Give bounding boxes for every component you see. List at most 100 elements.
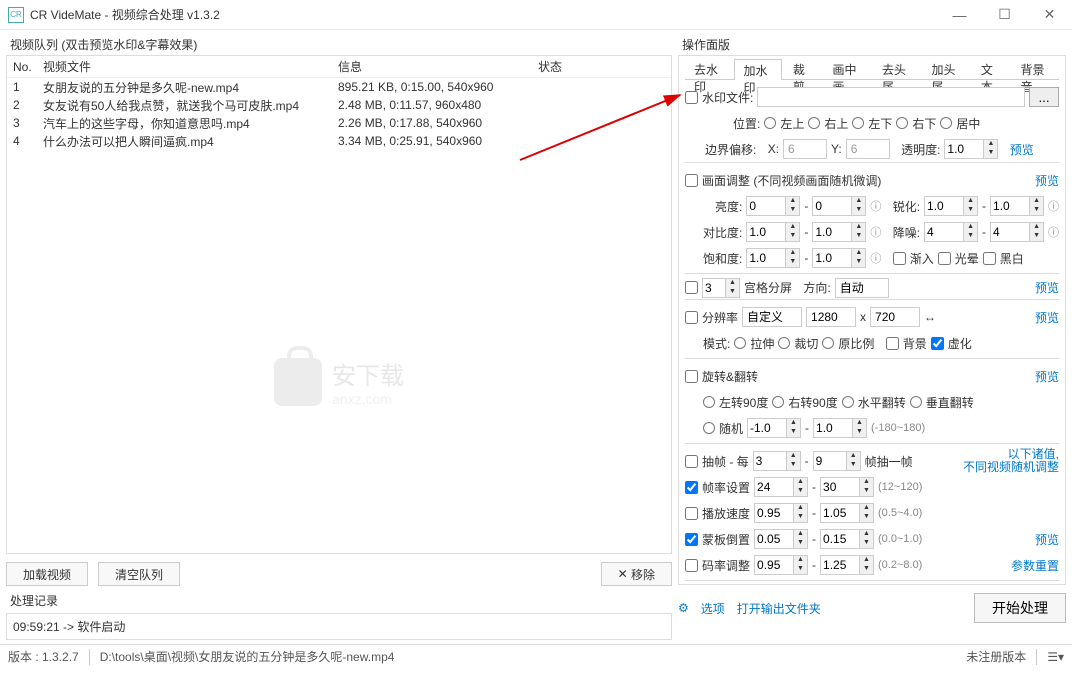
table-row[interactable]: 2女友说有50人给我点赞，就送我个马可皮肤.mp42.48 MB, 0:11.5… [7, 96, 671, 114]
preview-adjust-link[interactable]: 预览 [1035, 172, 1059, 189]
preview-mask-link[interactable]: 预览 [1035, 531, 1059, 548]
output-path-input[interactable] [740, 585, 1025, 586]
rotate-check[interactable] [685, 370, 698, 383]
sharpen-label: 锐化: [893, 198, 920, 215]
mode-stretch-radio[interactable] [734, 337, 746, 349]
sharpen-a[interactable] [924, 196, 964, 216]
blur-check[interactable] [931, 337, 944, 350]
watermark-browse-button[interactable]: ... [1029, 87, 1059, 107]
preview-rotate-link[interactable]: 预览 [1035, 368, 1059, 385]
dir-select[interactable]: 自动 [835, 278, 889, 298]
brightness-a[interactable] [746, 196, 786, 216]
fps-check[interactable] [685, 481, 698, 494]
mask-b[interactable] [820, 529, 860, 549]
grid-input[interactable] [702, 278, 726, 298]
noise-a[interactable] [924, 222, 964, 242]
bitrate-a[interactable] [754, 555, 794, 575]
output-browse-button[interactable]: ... [1029, 585, 1059, 586]
tab-3[interactable]: 画中画 [824, 58, 871, 79]
x-input[interactable] [783, 139, 827, 159]
watermark-file-input[interactable] [757, 87, 1025, 107]
swap-icon[interactable]: ↔ [924, 310, 936, 324]
adjust-check[interactable] [685, 174, 698, 187]
mode-orig-radio[interactable] [822, 337, 834, 349]
preview-watermark-link[interactable]: 预览 [1010, 141, 1034, 158]
table-row[interactable]: 1女朋友说的五分钟是多久呢-new.mp4895.21 KB, 0:15.00,… [7, 78, 671, 96]
speed-check[interactable] [685, 507, 698, 520]
flip-v-radio[interactable] [910, 396, 922, 408]
reset-link[interactable]: 参数重置 [1011, 557, 1059, 574]
bg-check[interactable] [886, 337, 899, 350]
pos-radio-1[interactable] [808, 117, 820, 129]
pos-radio-3[interactable] [896, 117, 908, 129]
tab-5[interactable]: 加头尾 [922, 58, 969, 79]
fps-a[interactable] [754, 477, 794, 497]
drop-b[interactable] [813, 451, 847, 471]
tab-2[interactable]: 裁剪 [784, 58, 822, 79]
table-row[interactable]: 4什么办法可以把人瞬间逼疯.mp43.34 MB, 0:25.91, 540x9… [7, 132, 671, 150]
watermark-file-check[interactable] [685, 91, 698, 104]
drop-a[interactable] [753, 451, 787, 471]
bitrate-b[interactable] [820, 555, 860, 575]
preview-res-link[interactable]: 预览 [1035, 309, 1059, 326]
close-button[interactable]: ✕ [1027, 0, 1072, 30]
log-panel[interactable]: 09:59:21 -> 软件启动 [6, 613, 672, 640]
rand-b[interactable] [813, 418, 853, 438]
res-check[interactable] [685, 311, 698, 324]
contrast-a[interactable] [746, 222, 786, 242]
maximize-button[interactable]: ☐ [982, 0, 1027, 30]
rand-a[interactable] [747, 418, 787, 438]
brightness-b[interactable] [812, 196, 852, 216]
grid-check[interactable] [685, 281, 698, 294]
bw-check[interactable] [983, 252, 996, 265]
flip-h-radio[interactable] [842, 396, 854, 408]
open-folder-link[interactable]: 打开输出文件夹 [737, 600, 821, 617]
opacity-input[interactable] [944, 139, 984, 159]
col-no-header[interactable]: No. [7, 60, 37, 74]
mask-a[interactable] [754, 529, 794, 549]
insert-check[interactable] [893, 252, 906, 265]
load-video-button[interactable]: 加载视频 [6, 562, 88, 586]
res-mode-select[interactable]: 自定义 [742, 307, 802, 327]
video-queue-table[interactable]: No. 视频文件 信息 状态 1女朋友说的五分钟是多久呢-new.mp4895.… [6, 55, 672, 554]
pos-radio-0[interactable] [764, 117, 776, 129]
col-info-header[interactable]: 信息 [332, 58, 532, 75]
minimize-button[interactable]: — [937, 0, 982, 30]
contrast-b[interactable] [812, 222, 852, 242]
rot-left-radio[interactable] [703, 396, 715, 408]
y-input[interactable] [846, 139, 890, 159]
speed-b[interactable] [820, 503, 860, 523]
tab-7[interactable]: 背景音 [1012, 58, 1059, 79]
sharpen-b[interactable] [990, 196, 1030, 216]
table-row[interactable]: 3汽车上的这些字母，你知道意思吗.mp42.26 MB, 0:17.88, 54… [7, 114, 671, 132]
pos-radio-2[interactable] [852, 117, 864, 129]
res-w-input[interactable] [806, 307, 856, 327]
mask-check[interactable] [685, 533, 698, 546]
tab-1[interactable]: 加水印 [734, 59, 781, 80]
preview-grid-link[interactable]: 预览 [1035, 279, 1059, 296]
rand-radio[interactable] [703, 422, 715, 434]
halo-check[interactable] [938, 252, 951, 265]
speed-a[interactable] [754, 503, 794, 523]
drop-check[interactable] [685, 455, 698, 468]
tab-0[interactable]: 去水印 [685, 58, 732, 79]
tab-6[interactable]: 文本 [972, 58, 1010, 79]
tab-4[interactable]: 去头尾 [873, 58, 920, 79]
pos-radio-4[interactable] [940, 117, 952, 129]
clear-queue-button[interactable]: 清空队列 [98, 562, 180, 586]
start-process-button[interactable]: 开始处理 [974, 593, 1066, 623]
random-note-link[interactable]: 以下诸值, 不同视频随机调整 [963, 448, 1059, 474]
noise-b[interactable] [990, 222, 1030, 242]
fps-b[interactable] [820, 477, 860, 497]
col-status-header[interactable]: 状态 [532, 58, 671, 75]
menu-icon[interactable]: ☰▾ [1047, 650, 1064, 664]
saturation-b[interactable] [812, 248, 852, 268]
saturation-a[interactable] [746, 248, 786, 268]
remove-button[interactable]: ✕ 移除 [601, 562, 672, 586]
bitrate-check[interactable] [685, 559, 698, 572]
mode-crop-radio[interactable] [778, 337, 790, 349]
res-h-input[interactable] [870, 307, 920, 327]
rot-right-radio[interactable] [772, 396, 784, 408]
options-link[interactable]: 选项 [701, 600, 725, 617]
col-file-header[interactable]: 视频文件 [37, 58, 332, 75]
